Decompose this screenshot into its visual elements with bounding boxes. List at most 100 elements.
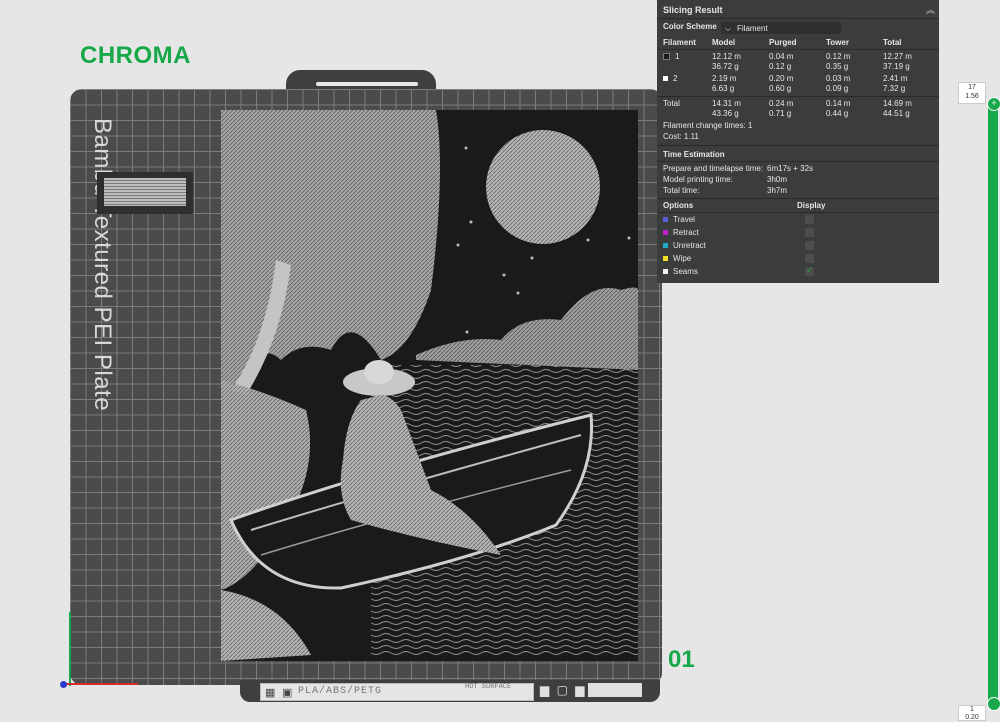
y-axis-indicator — [69, 612, 71, 686]
option-row-wipe: Wipe — [663, 254, 933, 265]
brand-logo-text: CHROMA — [80, 42, 191, 69]
plate-footer-strip: ▦ ▣ PLA/ABS/PETG HOT SURFACE — [260, 683, 534, 701]
wipe-color-swatch — [663, 256, 668, 262]
time-row: Total time: 3h7m — [663, 186, 933, 197]
option-label: Travel — [673, 215, 695, 224]
divider — [657, 145, 939, 146]
time-value: 6m17s + 32s — [767, 164, 814, 173]
options-header: Options Display — [663, 201, 933, 212]
unretract-display-checkbox[interactable] — [805, 241, 814, 250]
divider — [657, 161, 939, 162]
plate-handle-slot — [316, 82, 418, 86]
time-value: 3h0m — [767, 175, 788, 184]
option-row-travel: Travel — [663, 215, 933, 226]
option-row-unretract: Unretract — [663, 241, 933, 252]
time-row: Prepare and timelapse time: 6m17s + 32s — [663, 164, 933, 175]
table-row: 1 12.12 m 36.72 g 0.04 m 0.12 g 0.12 m 0.35… — [663, 52, 933, 72]
bottom-layer-number: 1 — [970, 706, 974, 713]
color-scheme-label: Color Scheme — [663, 22, 717, 31]
color-scheme-select[interactable]: ⌵ Filament — [721, 22, 841, 34]
model-length: 2.19 m — [712, 74, 737, 83]
col-tower: Tower — [826, 38, 849, 47]
total-row: Total 14.31 m 43.36 g 0.24 m 0.71 g 0.14 m… — [663, 99, 933, 119]
layer-slider-top-handle[interactable]: + — [987, 97, 1000, 111]
z-axis-indicator — [60, 681, 67, 688]
tower-length: 0.14 m — [826, 99, 851, 108]
unretract-color-swatch — [663, 243, 668, 249]
total-weight: 37.19 g — [883, 62, 910, 71]
filament-swatch — [663, 53, 670, 61]
col-filament: Filament — [663, 38, 696, 47]
seams-display-checkbox[interactable]: ✓ — [805, 265, 814, 276]
total-length: 2.41 m — [883, 74, 908, 83]
divider — [657, 198, 939, 199]
purged-weight: 0.60 g — [769, 84, 792, 93]
cost-value: Cost: 1.11 — [663, 132, 699, 141]
collapse-icon[interactable]: ︽ — [926, 3, 935, 16]
filament-id: 2 — [673, 74, 678, 83]
time-row: Model printing time: 3h0m — [663, 175, 933, 186]
total-label: Total — [663, 99, 680, 108]
col-total: Total — [883, 38, 902, 47]
layer-slider-track[interactable] — [988, 98, 998, 704]
purged-length: 0.20 m — [769, 74, 794, 83]
color-scheme-value: Filament — [737, 24, 768, 33]
model-weight: 43.36 g — [712, 109, 739, 118]
wipe-display-checkbox[interactable] — [805, 254, 814, 263]
moon-shape — [486, 130, 600, 244]
bottom-layer-height: 0.20 — [965, 714, 979, 721]
option-row-retract: Retract — [663, 228, 933, 239]
col-purged: Purged — [769, 38, 797, 47]
plate-type-label: Bambu Textured PEI Plate — [89, 118, 116, 412]
filament-change-times: Filament change times: 1 — [663, 121, 753, 130]
plate-number[interactable]: 01 — [668, 646, 695, 674]
distant-trees-shape — [416, 287, 638, 370]
plate-material-label: PLA/ABS/PETG — [298, 686, 383, 697]
divider — [657, 18, 939, 19]
options-label: Options — [663, 201, 694, 210]
seams-color-swatch — [663, 269, 668, 275]
purged-weight: 0.12 g — [769, 62, 792, 71]
top-layer-number: 17 — [968, 84, 976, 91]
divider — [657, 212, 939, 213]
time-label: Total time: — [663, 186, 700, 195]
divider — [657, 49, 939, 50]
x-axis-indicator — [64, 683, 138, 685]
slicing-result-panel: Slicing Result ︽ Color Scheme ⌵ Filament… — [657, 0, 939, 283]
sliced-model-preview[interactable] — [221, 110, 638, 661]
time-label: Prepare and timelapse time: — [663, 164, 764, 173]
travel-color-swatch — [663, 217, 668, 223]
option-label: Unretract — [673, 241, 706, 250]
total-length: 14.69 m — [883, 99, 912, 108]
total-weight: 7.32 g — [883, 84, 906, 93]
shore-shape — [221, 590, 311, 661]
top-layer-height: 1.56 — [965, 93, 979, 100]
travel-display-checkbox[interactable] — [805, 215, 814, 224]
total-length: 12.27 m — [883, 52, 912, 61]
time-value: 3h7m — [767, 186, 788, 195]
plus-icon: + — [991, 98, 997, 108]
option-label: Wipe — [673, 254, 692, 263]
model-length: 12.12 m — [712, 52, 741, 61]
filament-swatch — [663, 76, 668, 82]
purged-length: 0.04 m — [769, 52, 794, 61]
panel-title: Slicing Result — [663, 5, 723, 15]
divider — [657, 96, 939, 97]
model-artwork — [221, 110, 638, 661]
option-row-seams: Seams ✓ — [663, 265, 933, 278]
total-weight: 44.51 g — [883, 109, 910, 118]
option-label: Seams — [673, 267, 698, 276]
tower-weight: 0.44 g — [826, 109, 849, 118]
purged-length: 0.24 m — [769, 99, 794, 108]
retract-display-checkbox[interactable] — [805, 228, 814, 237]
model-weight: 36.72 g — [712, 62, 739, 71]
table-row: 2 2.19 m 6.63 g 0.20 m 0.60 g 0.03 m 0.09 g… — [663, 74, 933, 94]
tower-length: 0.12 m — [826, 52, 851, 61]
layer-slider-bottom-label: 1 0.20 — [958, 705, 986, 721]
checkmark-icon: ✓ — [806, 265, 814, 275]
model-weight: 6.63 g — [712, 84, 735, 93]
layer-slider-bottom-handle[interactable] — [987, 697, 1000, 711]
tower-weight: 0.09 g — [826, 84, 849, 93]
hot-surface-warning: HOT SURFACE — [465, 683, 512, 691]
display-label: Display — [797, 201, 826, 210]
